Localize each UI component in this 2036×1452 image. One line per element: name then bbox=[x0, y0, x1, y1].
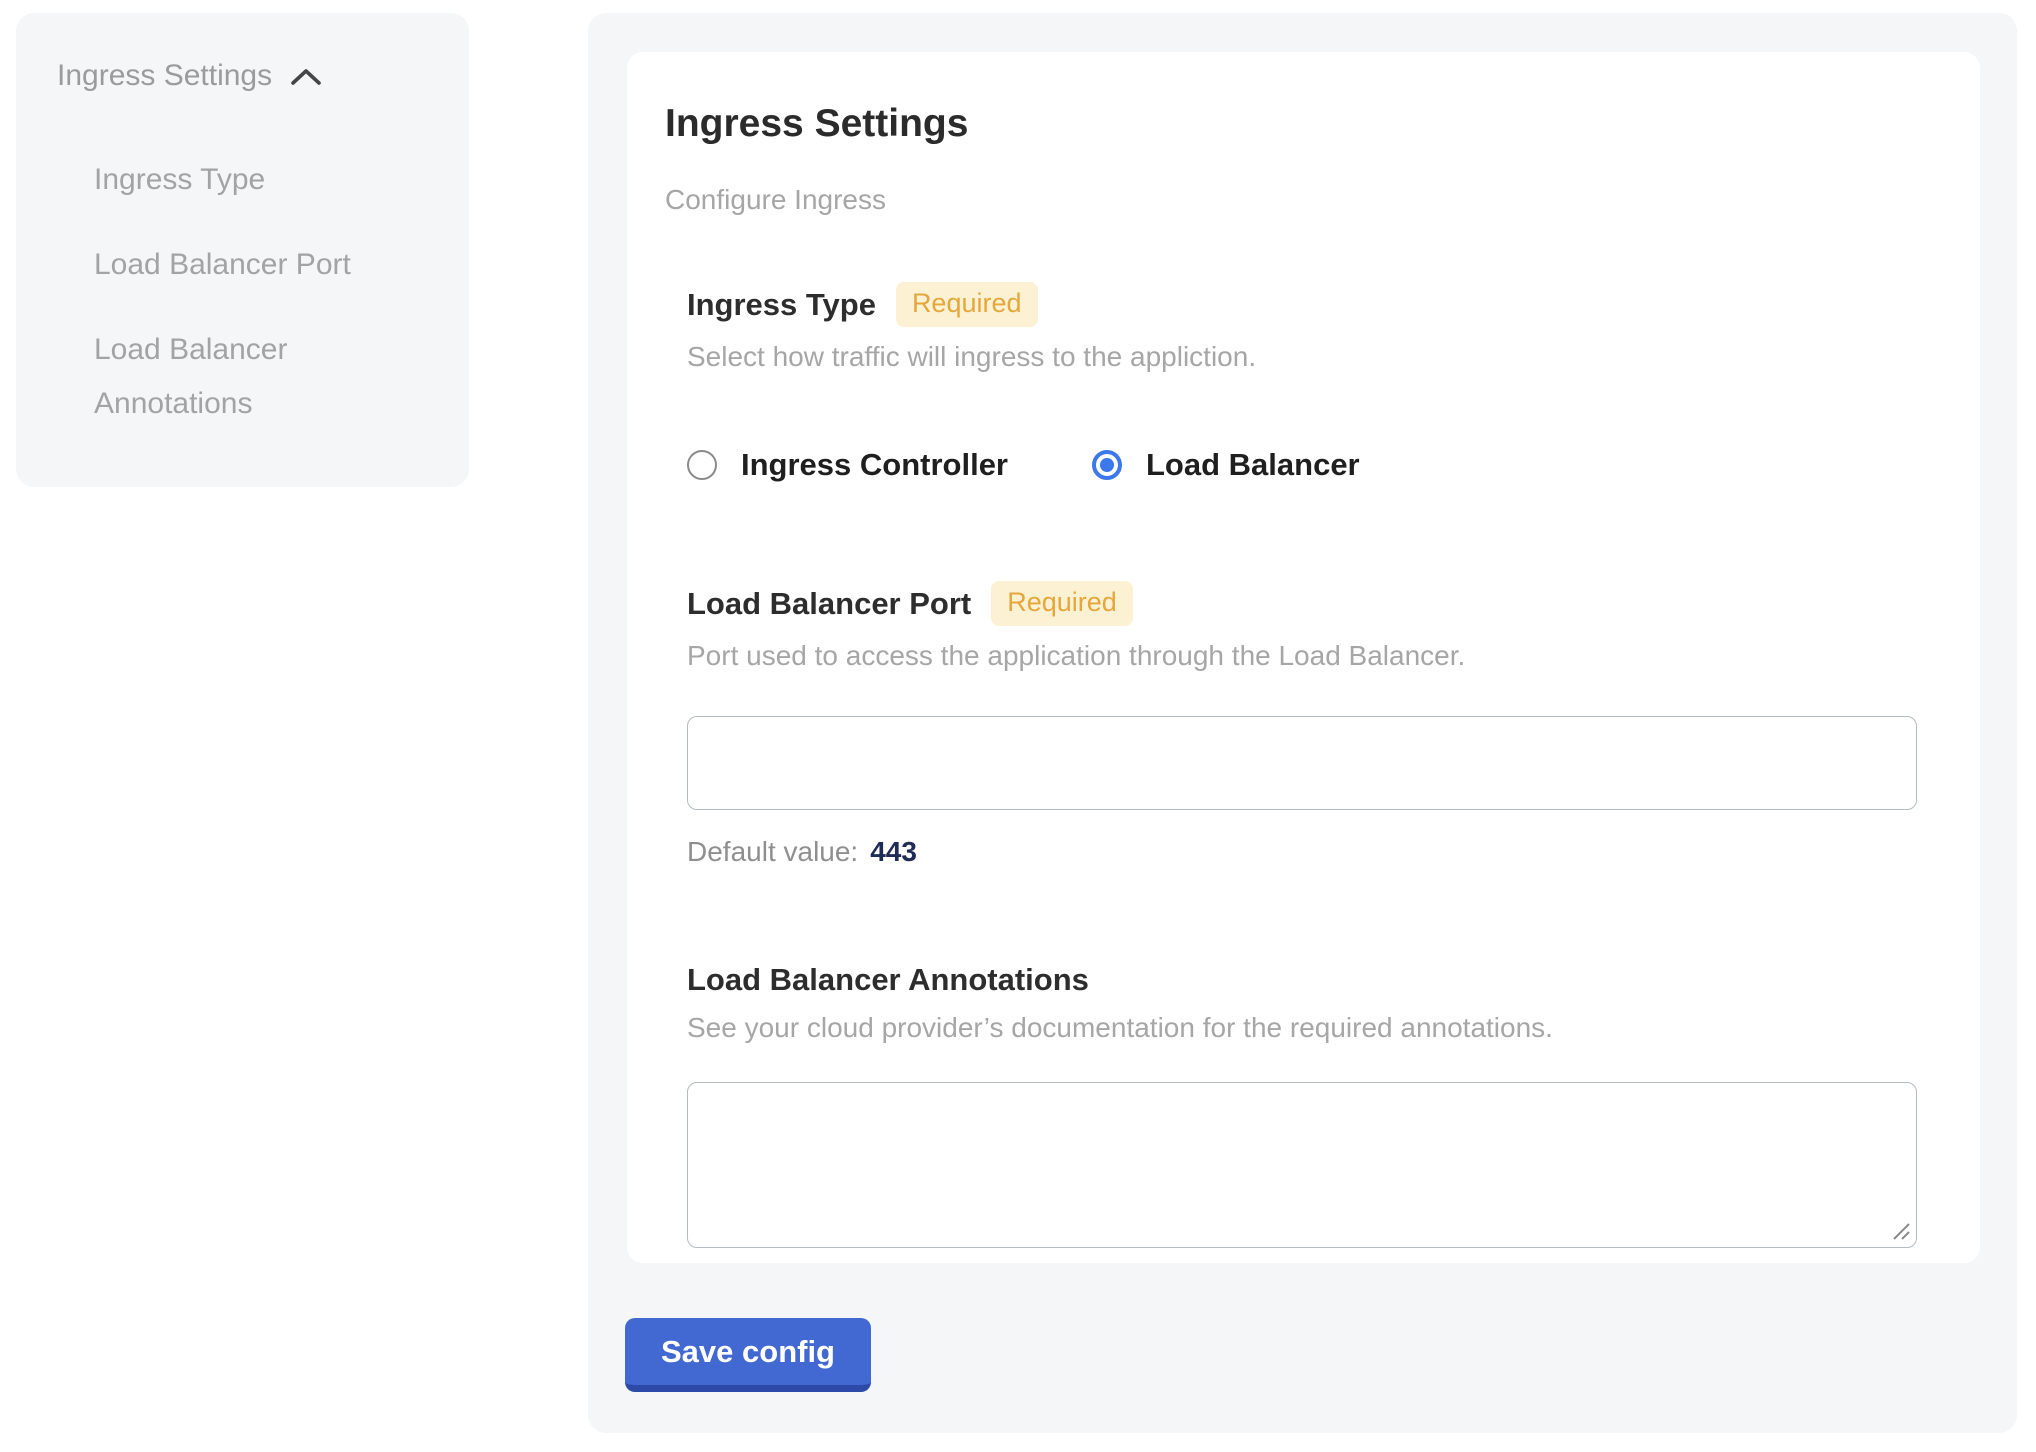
annotations-textarea-wrap bbox=[687, 1082, 1917, 1248]
radio-unselected-icon[interactable] bbox=[687, 450, 717, 480]
ingress-type-header: Ingress Type Required bbox=[687, 282, 1917, 327]
section-ingress-type: Ingress Type Required Select how traffic… bbox=[687, 282, 1917, 483]
sidebar-section-ingress-settings[interactable]: Ingress Settings bbox=[57, 59, 322, 93]
ingress-type-description: Select how traffic will ingress to the a… bbox=[687, 341, 1917, 373]
radio-option-ingress-controller[interactable]: Ingress Controller bbox=[687, 447, 1008, 483]
ingress-type-radio-group: Ingress Controller Load Balancer bbox=[687, 447, 1917, 483]
default-value-row: Default value: 443 bbox=[687, 836, 1917, 868]
ingress-type-label: Ingress Type bbox=[687, 287, 876, 323]
radio-selected-icon[interactable] bbox=[1092, 450, 1122, 480]
sidebar-item-ingress-type[interactable]: Ingress Type bbox=[94, 153, 394, 207]
radio-label-ingress-controller: Ingress Controller bbox=[741, 447, 1008, 483]
load-balancer-port-description: Port used to access the application thro… bbox=[687, 640, 1917, 672]
default-value-label: Default value: bbox=[687, 836, 858, 867]
ingress-type-required-badge: Required bbox=[896, 282, 1038, 327]
default-value: 443 bbox=[870, 836, 917, 867]
radio-option-load-balancer[interactable]: Load Balancer bbox=[1092, 447, 1360, 483]
settings-panel: Ingress Settings Configure Ingress Ingre… bbox=[588, 13, 2017, 1433]
page-subtitle: Configure Ingress bbox=[665, 184, 1917, 216]
sidebar-item-load-balancer-annotations[interactable]: Load Balancer Annotations bbox=[94, 323, 394, 431]
settings-card: Ingress Settings Configure Ingress Ingre… bbox=[627, 52, 1980, 1263]
load-balancer-port-label: Load Balancer Port bbox=[687, 586, 971, 622]
resize-handle-icon[interactable] bbox=[1888, 1218, 1912, 1242]
sidebar-item-load-balancer-port[interactable]: Load Balancer Port bbox=[94, 238, 394, 292]
radio-label-load-balancer: Load Balancer bbox=[1146, 447, 1360, 483]
load-balancer-annotations-label: Load Balancer Annotations bbox=[687, 962, 1089, 998]
section-load-balancer-annotations: Load Balancer Annotations See your cloud… bbox=[687, 962, 1917, 1248]
load-balancer-port-input[interactable] bbox=[687, 716, 1917, 810]
load-balancer-annotations-description: See your cloud provider’s documentation … bbox=[687, 1012, 1917, 1044]
section-load-balancer-port: Load Balancer Port Required Port used to… bbox=[687, 581, 1917, 868]
sidebar-section-label: Ingress Settings bbox=[57, 59, 272, 93]
page-title: Ingress Settings bbox=[665, 102, 1917, 146]
sidebar: Ingress Settings Ingress Type Load Balan… bbox=[16, 13, 469, 487]
form-sections: Ingress Type Required Select how traffic… bbox=[687, 282, 1917, 1248]
sidebar-nav: Ingress Type Load Balancer Port Load Bal… bbox=[57, 153, 441, 431]
load-balancer-port-required-badge: Required bbox=[991, 581, 1133, 626]
load-balancer-annotations-header: Load Balancer Annotations bbox=[687, 962, 1917, 998]
load-balancer-port-header: Load Balancer Port Required bbox=[687, 581, 1917, 626]
load-balancer-annotations-textarea[interactable] bbox=[687, 1082, 1917, 1248]
save-config-button[interactable]: Save config bbox=[625, 1318, 871, 1392]
chevron-up-icon bbox=[290, 67, 322, 86]
